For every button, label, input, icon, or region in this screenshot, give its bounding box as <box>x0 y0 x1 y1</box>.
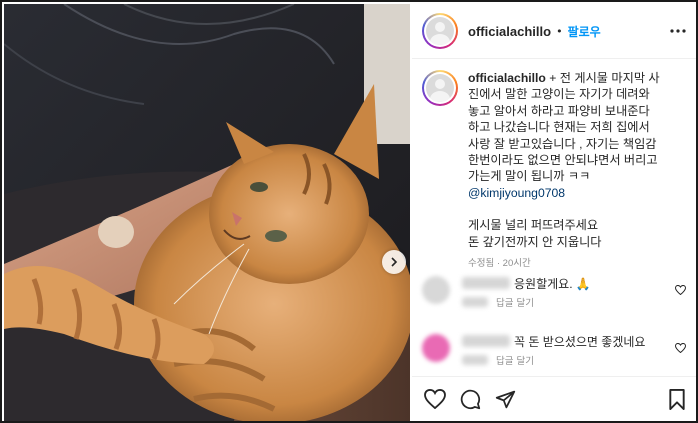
caption-line: 돈 갚기전까지 안 지웁니다 <box>468 234 602 249</box>
follow-button[interactable]: 팔로우 <box>568 23 601 40</box>
next-photo-button[interactable] <box>382 250 406 274</box>
comment-like-button[interactable] <box>674 338 687 376</box>
caption-line: 하고 나갔습니다 현재는 저희 집에서 <box>468 120 650 135</box>
share-icon <box>495 390 516 408</box>
comment-button[interactable] <box>460 389 481 410</box>
heart-icon <box>674 342 687 354</box>
caption-line: 게시물 널리 퍼뜨려주세요 <box>468 218 599 233</box>
blurred-username[interactable] <box>462 277 510 289</box>
blurred-timestamp <box>462 297 488 307</box>
comment-avatar[interactable] <box>422 334 450 362</box>
post-action-bar <box>412 376 696 421</box>
caption-line: 진에서 말한 고양이는 자기가 데려와 <box>468 87 650 102</box>
save-button[interactable] <box>668 388 686 410</box>
caption-line: 사랑 잘 받고있습니다 , 자기는 책임감 <box>468 136 657 151</box>
post-caption: officialachillo + 전 게시물 마지막 사 진에서 말한 고양이… <box>412 60 696 274</box>
header-separator: • <box>556 24 563 38</box>
comment-item: 응원할게요. 🙏 답글 달기 <box>412 274 696 318</box>
share-button[interactable] <box>495 389 516 410</box>
mention-link[interactable]: @kimjiyoung0708 <box>468 185 686 201</box>
heart-icon <box>674 284 687 296</box>
comment-icon <box>460 389 481 409</box>
caption-line: 한번이라도 없으면 안되냐면서 버리고 <box>468 153 658 168</box>
caption-line: 가는게 말이 됩니까 ㅋㅋ <box>468 169 591 184</box>
blurred-timestamp <box>462 355 488 365</box>
default-avatar-icon <box>426 17 454 45</box>
reply-button[interactable]: 답글 달기 <box>496 295 534 309</box>
author-username[interactable]: officialachillo <box>468 24 551 39</box>
heart-icon <box>424 389 446 409</box>
instagram-post-window: officialachillo • 팔로우 officialachillo + … <box>0 0 698 423</box>
caption-text: officialachillo + 전 게시물 마지막 사 진에서 말한 고양이… <box>468 70 686 274</box>
comment-avatar[interactable] <box>422 276 450 304</box>
comment-text: 응원할게요. 🙏 <box>514 276 591 291</box>
more-options-button[interactable] <box>670 29 686 33</box>
caption-author-avatar[interactable] <box>422 70 458 106</box>
comment-text: 꼭 돈 받으셨으면 좋겠네요 <box>514 334 646 349</box>
post-photo[interactable] <box>4 4 410 421</box>
blurred-username[interactable] <box>462 335 510 347</box>
cat-photo-illustration <box>4 4 410 421</box>
comment-item: 꼭 돈 받으셨으면 좋겠네요 답글 달기 <box>412 332 696 376</box>
caption-line: 놓고 알아서 하라고 파양비 보내준다 <box>468 103 650 118</box>
post-header: officialachillo • 팔로우 <box>412 4 696 59</box>
reply-button[interactable]: 답글 달기 <box>496 353 534 367</box>
default-avatar-icon <box>426 74 454 102</box>
comment-like-button[interactable] <box>674 280 687 318</box>
post-meta: 수정됨 · 20시간 <box>468 258 531 270</box>
more-options-icon <box>670 29 686 33</box>
caption-line: + 전 게시물 마지막 사 <box>549 71 660 85</box>
bookmark-icon <box>669 388 685 410</box>
like-button[interactable] <box>424 389 446 409</box>
chevron-right-icon <box>391 257 398 267</box>
author-avatar[interactable] <box>422 13 458 49</box>
post-side-panel: officialachillo • 팔로우 officialachillo + … <box>412 4 696 421</box>
caption-username[interactable]: officialachillo <box>468 71 546 85</box>
